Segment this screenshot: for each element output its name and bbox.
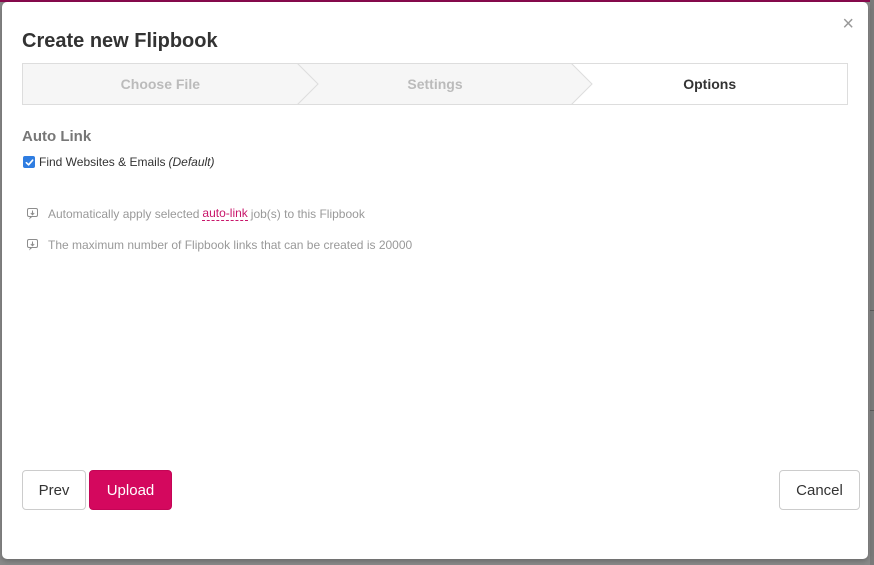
step-label: Choose File — [120, 76, 201, 92]
auto-link-link[interactable]: auto-link — [202, 206, 248, 221]
auto-link-heading: Auto Link — [22, 128, 92, 145]
prev-button[interactable]: Prev — [22, 470, 86, 510]
info-download-icon — [27, 239, 38, 251]
step-arrow-icon — [571, 64, 594, 104]
backdrop-divider — [870, 410, 874, 411]
step-choose-file[interactable]: Choose File — [23, 64, 319, 104]
step-options[interactable]: Options — [572, 64, 847, 104]
step-label: Options — [683, 76, 737, 92]
checkbox-label: Find Websites & Emails — [39, 155, 166, 169]
cancel-button[interactable]: Cancel — [779, 470, 860, 510]
create-flipbook-dialog: × Create new Flipbook Choose File Settin… — [2, 2, 868, 559]
find-websites-checkbox[interactable] — [23, 156, 35, 168]
checkbox-default-note: (Default) — [168, 155, 215, 169]
dialog-title: Create new Flipbook — [22, 30, 218, 52]
find-websites-emails-option[interactable]: Find Websites & Emails (Default) — [23, 155, 215, 169]
step-arrow-icon — [296, 64, 319, 104]
backdrop-edge — [870, 0, 874, 565]
checkmark-icon — [25, 158, 33, 166]
auto-link-info: Automatically apply selected auto-link j… — [26, 206, 365, 221]
wizard-steps: Choose File Settings Options — [22, 63, 848, 105]
info-text-suffix: job(s) to this Flipbook — [250, 206, 365, 221]
info-text-prefix: Automatically apply selected — [48, 206, 200, 221]
step-settings[interactable]: Settings — [297, 64, 594, 104]
upload-button[interactable]: Upload — [89, 470, 172, 510]
step-label: Settings — [407, 76, 463, 92]
close-icon[interactable]: × — [842, 14, 854, 34]
info-download-icon — [27, 207, 38, 219]
backdrop-divider — [870, 310, 874, 311]
max-links-info: The maximum number of Flipbook links tha… — [26, 238, 412, 252]
max-links-text: The maximum number of Flipbook links tha… — [48, 238, 413, 252]
